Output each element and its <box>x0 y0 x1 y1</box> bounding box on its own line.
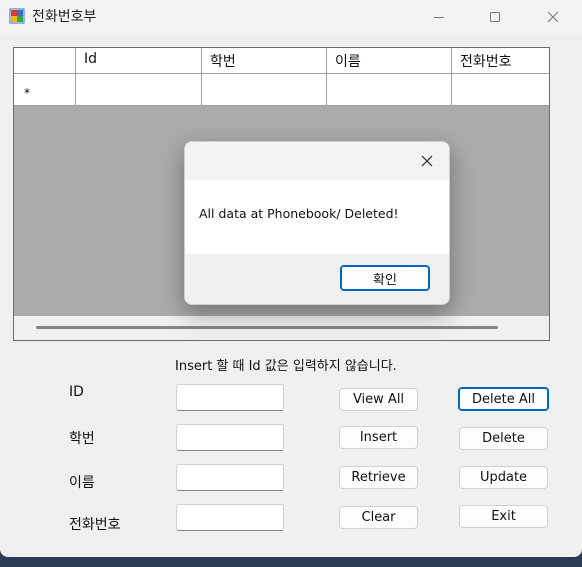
window-title: 전화번호부 <box>32 9 97 25</box>
maximize-icon <box>490 12 500 22</box>
close-icon <box>547 11 559 23</box>
minimize-button[interactable] <box>416 0 462 34</box>
table-cell[interactable] <box>76 74 202 105</box>
id-input[interactable] <box>176 384 284 411</box>
retrieve-button[interactable]: Retrieve <box>339 466 418 489</box>
label-name: 이름 <box>69 475 95 491</box>
message-box: All data at Phonebook/ Deleted! 확인 <box>184 141 450 305</box>
message-box-text: All data at Phonebook/ Deleted! <box>199 206 399 221</box>
close-icon <box>421 155 433 167</box>
close-button[interactable] <box>530 0 576 34</box>
row-header-corner <box>14 48 76 73</box>
insert-hint-text: Insert 할 때 Id 값은 입력하지 않습니다. <box>175 359 397 374</box>
label-student-no: 학번 <box>69 431 95 447</box>
label-phone: 전화번호 <box>69 517 121 533</box>
column-header-student-no[interactable]: 학번 <box>202 48 327 73</box>
scrollbar-thumb[interactable] <box>36 326 498 329</box>
taskbar-strip <box>0 557 582 567</box>
table-cell[interactable] <box>327 74 452 105</box>
message-box-close-button[interactable] <box>409 144 445 178</box>
app-icon <box>9 8 25 24</box>
phone-input[interactable] <box>176 504 284 531</box>
delete-button[interactable]: Delete <box>459 427 548 450</box>
message-box-title-bar[interactable] <box>185 142 449 180</box>
delete-all-button[interactable]: Delete All <box>458 387 549 411</box>
column-header-name[interactable]: 이름 <box>327 48 452 73</box>
clear-button[interactable]: Clear <box>339 506 418 529</box>
app-window: 전화번호부 Id 학번 이름 전화번호 * Insert 할 때 Id 값은 입… <box>0 0 582 557</box>
view-all-button[interactable]: View All <box>339 388 418 411</box>
horizontal-scrollbar[interactable] <box>14 316 549 340</box>
update-button[interactable]: Update <box>459 466 548 489</box>
row-header-cell[interactable]: * <box>14 74 76 105</box>
message-box-footer: 확인 <box>185 254 449 304</box>
maximize-button[interactable] <box>472 0 518 34</box>
label-id: ID <box>69 384 84 400</box>
table-cell[interactable] <box>452 74 549 105</box>
title-bar[interactable]: 전화번호부 <box>0 0 582 34</box>
student-no-input[interactable] <box>176 424 284 451</box>
name-input[interactable] <box>176 464 284 491</box>
exit-button[interactable]: Exit <box>459 505 548 528</box>
table-row-new[interactable]: * <box>14 74 549 106</box>
new-row-marker: * <box>24 86 30 100</box>
insert-button[interactable]: Insert <box>339 426 418 449</box>
column-header-id[interactable]: Id <box>76 48 202 73</box>
table-cell[interactable] <box>202 74 327 105</box>
minimize-icon <box>434 17 444 18</box>
ok-button[interactable]: 확인 <box>340 265 430 291</box>
grid-header-row: Id 학번 이름 전화번호 <box>14 48 549 74</box>
column-header-phone[interactable]: 전화번호 <box>452 48 549 73</box>
